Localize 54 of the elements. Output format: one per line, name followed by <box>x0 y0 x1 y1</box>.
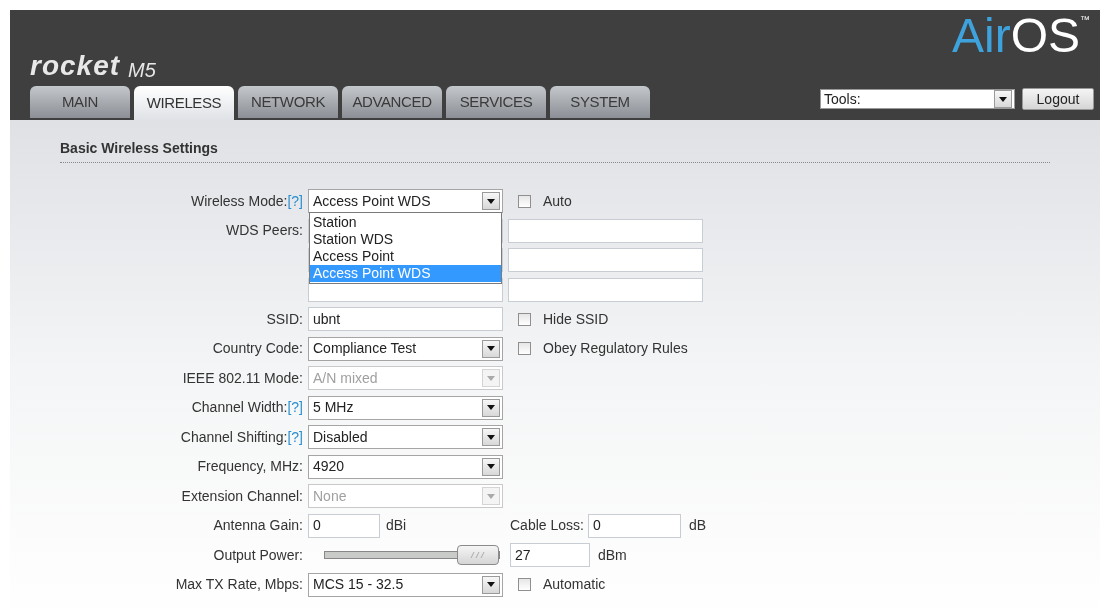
input-field[interactable]: ubnt <box>308 307 503 331</box>
trademark-mark: ™ <box>1080 13 1090 27</box>
field-label: Antenna Gain: <box>213 516 303 535</box>
nav-tab[interactable]: ADVANCED <box>342 86 442 118</box>
nav-tab[interactable]: WIRELESS <box>134 86 234 120</box>
dropdown-option[interactable]: Station <box>310 214 501 231</box>
select-field[interactable]: Access Point WDS <box>308 189 503 213</box>
tools-select[interactable]: Tools: <box>820 89 1015 109</box>
input-field[interactable] <box>508 248 703 272</box>
select-field[interactable]: 5 MHz <box>308 395 503 420</box>
dropdown-option[interactable]: Station WDS <box>310 231 501 248</box>
field-label: SSID: <box>266 309 303 329</box>
nav-tab[interactable]: NETWORK <box>238 86 338 118</box>
section-title: Basic Wireless Settings <box>60 138 1050 163</box>
field-label: Cable Loss: <box>510 516 585 535</box>
checkbox[interactable] <box>518 342 531 355</box>
field-label: Channel Shifting: <box>180 427 288 447</box>
nav-tab[interactable]: SERVICES <box>446 86 546 118</box>
field-label: Wireless Mode: <box>190 191 288 211</box>
checkbox[interactable] <box>518 312 531 326</box>
field-label: IEEE 802.11 Mode: <box>182 368 303 388</box>
checkbox[interactable] <box>518 578 531 591</box>
unit-label: dBi <box>385 516 407 535</box>
unit-label: dB <box>687 516 707 535</box>
brand-logo: AirOS <box>951 12 1080 60</box>
field-label: Frequency, MHz: <box>197 457 303 476</box>
field-label: Max TX Rate, Mbps: <box>175 575 303 594</box>
nav-tab[interactable]: MAIN <box>30 86 130 118</box>
select-field[interactable]: 4920 <box>308 454 503 479</box>
input-field[interactable]: 0 <box>308 513 380 538</box>
field-label: Output Power: <box>213 545 303 565</box>
input-field[interactable]: 0 <box>587 513 681 538</box>
select-field[interactable]: Disabled <box>308 425 503 449</box>
field-label: Channel Width: <box>191 398 288 417</box>
slider-handle[interactable] <box>457 545 499 565</box>
field-label: Country Code: <box>212 339 303 358</box>
checkbox-label: Auto <box>543 191 572 211</box>
product-logo: rocket <box>30 52 121 80</box>
logout-button[interactable]: Logout <box>1022 88 1094 110</box>
input-field[interactable] <box>508 218 703 243</box>
checkbox-label: Hide SSID <box>543 309 609 329</box>
field-label: WDS Peers: <box>226 221 303 240</box>
checkbox-label: Obey Regulatory Rules <box>543 339 688 358</box>
select-field[interactable]: MCS 15 - 32.5 <box>308 572 503 597</box>
input-field[interactable] <box>508 277 703 302</box>
field-label: Extension Channel: <box>181 486 303 506</box>
select-field[interactable]: Compliance Test <box>308 336 503 361</box>
nav-tab[interactable]: SYSTEM <box>550 86 650 118</box>
input-field[interactable]: 27 <box>510 543 590 567</box>
checkbox[interactable] <box>518 194 531 208</box>
unit-label: dBm <box>597 545 627 565</box>
dropdown-option[interactable]: Access Point <box>310 248 501 265</box>
checkbox-label: Automatic <box>543 575 606 594</box>
model-label: M5 <box>128 60 156 80</box>
